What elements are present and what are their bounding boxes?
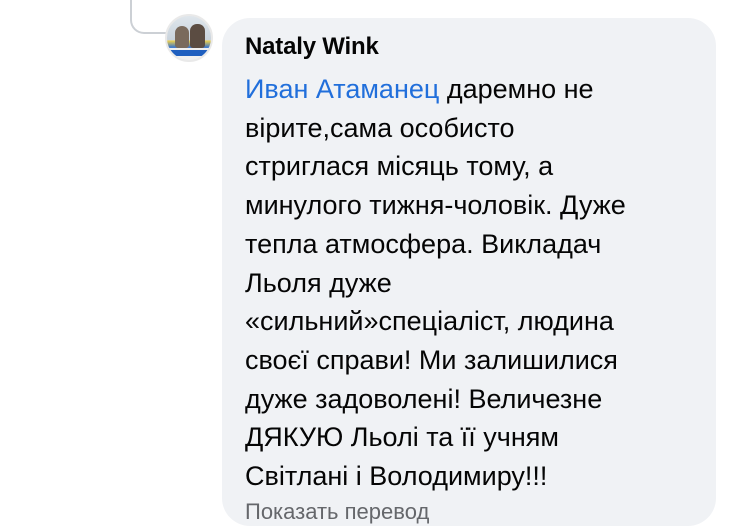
comment-line: дуже задоволені! Величезне	[245, 383, 603, 414]
avatar-banner	[167, 50, 211, 56]
comment-line: ДЯКУЮ Льолі та її учням	[245, 422, 559, 453]
comment-text: Иван Атаманец даремно не вірите,сама осо…	[245, 70, 685, 496]
comment-line: тепла атмосфера. Викладач	[245, 228, 602, 259]
reply-thread-connector	[130, 0, 170, 34]
avatar[interactable]	[165, 14, 213, 62]
comment-line: «сильний»спеціаліст, людина	[245, 306, 614, 337]
comment-line: Світлані і Володимиру!!!	[245, 461, 548, 492]
comment-bubble: Nataly Wink Иван Атаманец даремно не вір…	[222, 18, 716, 526]
avatar-person-right	[190, 24, 205, 48]
comment-line: Льоля дуже	[245, 267, 392, 298]
avatar-person-left	[175, 26, 189, 48]
show-translation-link[interactable]: Показать перевод	[245, 498, 692, 526]
comment-line: минулого тижня-чоловік. Дуже	[245, 190, 626, 221]
comment-author-name[interactable]: Nataly Wink	[245, 32, 692, 62]
comment-line: вірите,сама особисто	[245, 112, 515, 143]
comment-line: даремно не	[439, 74, 594, 104]
comment-line: своєї справи! Ми залишилися	[245, 344, 618, 375]
mention-link[interactable]: Иван Атаманец	[245, 74, 439, 104]
comment-line: стриглася місяць тому, а	[245, 151, 554, 182]
